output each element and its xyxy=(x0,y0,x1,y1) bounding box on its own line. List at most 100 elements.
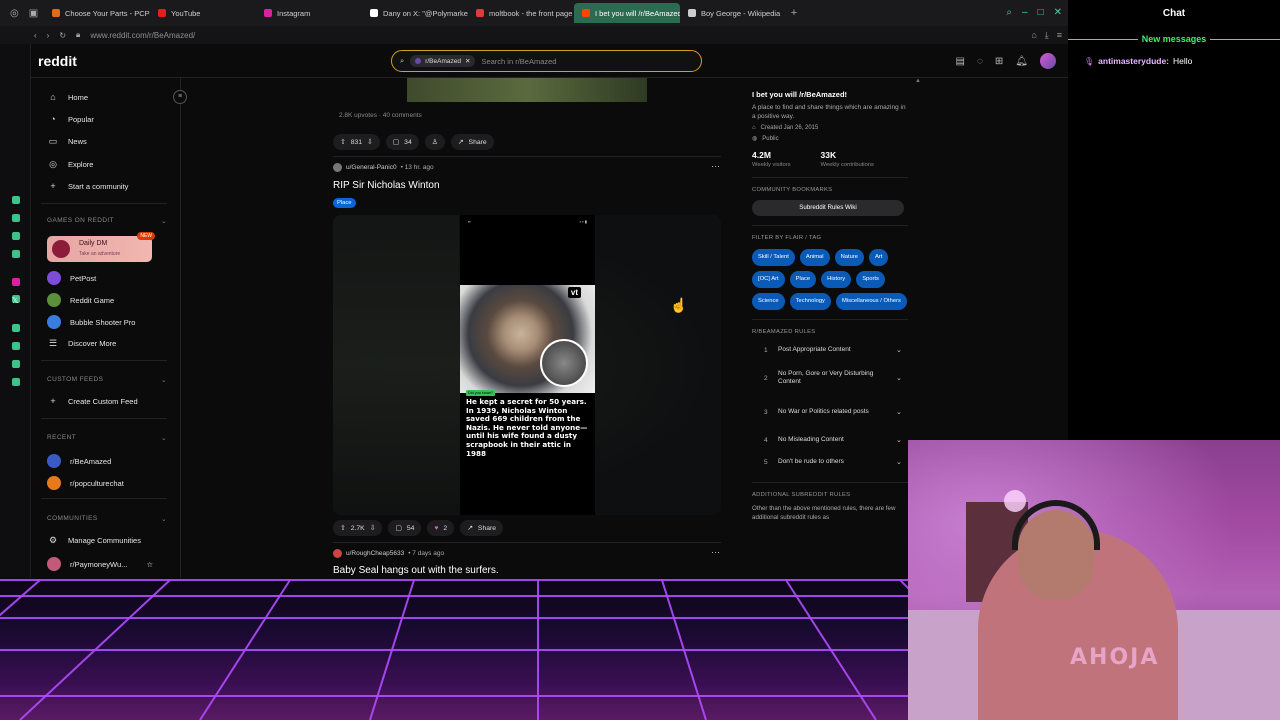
star-icon[interactable]: ☆ xyxy=(146,560,153,569)
sidebar-app-icon[interactable] xyxy=(12,214,20,222)
download-icon[interactable]: ⤓ xyxy=(1045,30,1049,41)
nav-create-feed[interactable]: + Create Custom Feed xyxy=(47,396,137,406)
nav-game-bubble-shooter[interactable]: Bubble Shooter Pro xyxy=(47,315,135,329)
tab-instagram[interactable]: Instagram xyxy=(256,3,362,23)
previous-post-image[interactable] xyxy=(407,78,647,102)
back-icon[interactable]: ‹ xyxy=(34,31,37,40)
post-author[interactable]: u/General-Panic0 xyxy=(346,164,397,171)
rule-item[interactable]: 1 Post Appropriate Content ⌄ xyxy=(752,339,908,361)
nav-home[interactable]: ⌂ Home xyxy=(47,92,88,102)
daily-dm-card[interactable]: Daily DM Take an adventure NEW xyxy=(47,232,155,262)
close-chip-icon[interactable]: ✕ xyxy=(465,57,470,65)
search-input[interactable]: Search in r/BeAmazed xyxy=(481,57,556,66)
games-section-header[interactable]: GAMES ON REDDIT ⌄ xyxy=(47,217,167,225)
rule-item[interactable]: 4 No Misleading Content ⌄ xyxy=(752,429,908,451)
flair-chip[interactable]: Miscellaneous / Others xyxy=(835,293,907,310)
extension-icon[interactable]: ⌂ xyxy=(1031,30,1036,41)
nav-explore[interactable]: ◎ Explore xyxy=(47,159,93,170)
sidebar-app-icon[interactable] xyxy=(12,250,20,258)
nav-news[interactable]: ▭ News xyxy=(47,136,87,147)
flair-chip[interactable]: Technology xyxy=(789,293,831,310)
tab-youtube[interactable]: YouTube xyxy=(150,3,256,23)
tab-x[interactable]: Dany on X: "@Polymarket xyxy=(362,3,468,23)
award-button[interactable]: ♙ xyxy=(424,134,445,150)
recent-header[interactable]: RECENT ⌄ xyxy=(47,434,167,442)
post-menu-icon[interactable]: ⋯ xyxy=(711,547,720,558)
maximize-icon[interactable]: □ xyxy=(1038,7,1044,18)
nav-start-community[interactable]: + Start a community xyxy=(47,181,128,191)
nav-discover-more[interactable]: ☰ Discover More xyxy=(47,338,116,349)
rule-item[interactable]: 5 Don't be rude to others ⌄ xyxy=(752,451,908,473)
rule-item[interactable]: 2 No Porn, Gore or Very Disturbing Conten… xyxy=(752,361,908,395)
post-media[interactable]: ▪▪ ▪ ▪ ▮ vt Did you know? He kept a secre… xyxy=(333,215,721,515)
custom-feeds-header[interactable]: CUSTOM FEEDS ⌄ xyxy=(47,376,167,384)
video-frame[interactable]: ▪▪ ▪ ▪ ▮ vt Did you know? He kept a secre… xyxy=(460,215,595,515)
sidebar-app-icon[interactable] xyxy=(12,324,20,332)
flair-chip[interactable]: Place xyxy=(789,271,817,288)
new-tab-button[interactable]: + xyxy=(786,7,802,19)
close-icon[interactable]: ✕ xyxy=(1054,7,1062,18)
downvote-icon[interactable]: ⇩ xyxy=(367,138,373,146)
user-avatar[interactable] xyxy=(1040,53,1056,69)
nav-community-paymoney[interactable]: r/PaymoneyWu... ☆ xyxy=(47,557,153,571)
url-text[interactable]: www.reddit.com/r/BeAmazed/ xyxy=(90,31,195,40)
share-button[interactable]: ↗ Share xyxy=(450,134,494,150)
sidebar-app-icon[interactable] xyxy=(12,232,20,240)
reload-icon[interactable]: ↻ xyxy=(59,31,66,40)
flair-chip[interactable]: [OC] Art xyxy=(752,271,785,288)
search-bar[interactable]: ⌕ r/BeAmazed ✕ Search in r/BeAmazed xyxy=(391,50,702,72)
tab-reddit-active[interactable]: I bet you will /r/BeAmazed xyxy=(574,3,680,23)
tab-pcpartpicker[interactable]: Choose Your Parts - PCPa xyxy=(44,3,150,23)
nav-popular[interactable]: ◔ Popular xyxy=(47,114,94,124)
post-author[interactable]: u/RoughCheap5633 xyxy=(346,550,404,557)
create-post-icon[interactable]: ⊞ xyxy=(995,56,1003,67)
sidebar-app-icon[interactable] xyxy=(12,360,20,368)
tab-wikipedia[interactable]: Boy George - Wikipedia xyxy=(680,3,786,23)
minimize-icon[interactable]: – xyxy=(1022,7,1028,18)
user-avatar[interactable] xyxy=(333,163,342,172)
comments-button[interactable]: ▢ 34 xyxy=(385,134,419,150)
tab-overview-icon[interactable]: ▣ xyxy=(29,8,38,19)
flair-chip[interactable]: Skill / Talent xyxy=(752,249,795,266)
post-title[interactable]: RIP Sir Nicholas Winton xyxy=(333,180,440,191)
instagram-icon[interactable] xyxy=(12,278,20,286)
flair-chip[interactable]: Art xyxy=(868,249,889,266)
notifications-icon[interactable]: 🔔︎ xyxy=(1015,56,1028,67)
flair-chip[interactable]: Sports xyxy=(856,271,885,288)
post-flair[interactable]: Place xyxy=(333,198,356,208)
next-post-title[interactable]: Baby Seal hangs out with the surfers. xyxy=(333,565,499,576)
search-tabs-icon[interactable]: ⌕ xyxy=(1006,7,1012,18)
communities-header[interactable]: COMMUNITIES ⌄ xyxy=(47,515,167,523)
x-icon[interactable]: 𝕏 xyxy=(12,296,20,305)
browser-menu-icon[interactable]: ◎ xyxy=(10,8,19,19)
nav-manage-communities[interactable]: ⚙ Manage Communities xyxy=(47,535,141,546)
upvote-icon[interactable]: ⇧ xyxy=(340,524,346,532)
settings-icon[interactable] xyxy=(12,378,20,386)
tab-moltbook[interactable]: moltbook - the front page xyxy=(468,3,574,23)
reddit-logo[interactable]: reddit xyxy=(38,53,77,69)
advertise-icon[interactable]: ▤ xyxy=(956,56,965,67)
rule-item[interactable]: 3 No War or Politics related posts ⌄ xyxy=(752,395,908,429)
rules-wiki-button[interactable]: Subreddit Rules Wiki xyxy=(752,200,904,216)
browser-settings-icon[interactable]: ≡ xyxy=(1057,30,1062,41)
flair-chip[interactable]: Animal xyxy=(799,249,830,266)
flair-chip[interactable]: History xyxy=(821,271,852,288)
award-button[interactable]: ♥ 2 xyxy=(427,520,455,536)
upvote-icon[interactable]: ⇧ xyxy=(340,138,346,146)
flair-chip[interactable]: Nature xyxy=(834,249,864,266)
forward-icon[interactable]: › xyxy=(47,31,50,40)
post-menu-icon[interactable]: ⋯ xyxy=(711,161,720,172)
scroll-up-icon[interactable]: ▲ xyxy=(915,78,921,84)
flair-chip[interactable]: Science xyxy=(752,293,785,310)
nav-game-petpost[interactable]: PetPost xyxy=(47,271,96,285)
sidebar-app-icon[interactable] xyxy=(12,342,20,350)
nav-recent-popculturechat[interactable]: r/popculturechat xyxy=(47,476,124,490)
search-scope-chip[interactable]: r/BeAmazed ✕ xyxy=(410,55,476,67)
sidebar-app-icon[interactable] xyxy=(12,196,20,204)
chat-icon[interactable]: ◌ xyxy=(977,56,983,67)
nav-recent-beamazed[interactable]: r/BeAmazed xyxy=(47,454,111,468)
comments-button[interactable]: ▢ 54 xyxy=(388,520,422,536)
downvote-icon[interactable]: ⇩ xyxy=(370,524,376,532)
nav-game-reddit-game[interactable]: Reddit Game xyxy=(47,293,114,307)
share-button[interactable]: ↗ Share xyxy=(460,520,504,536)
